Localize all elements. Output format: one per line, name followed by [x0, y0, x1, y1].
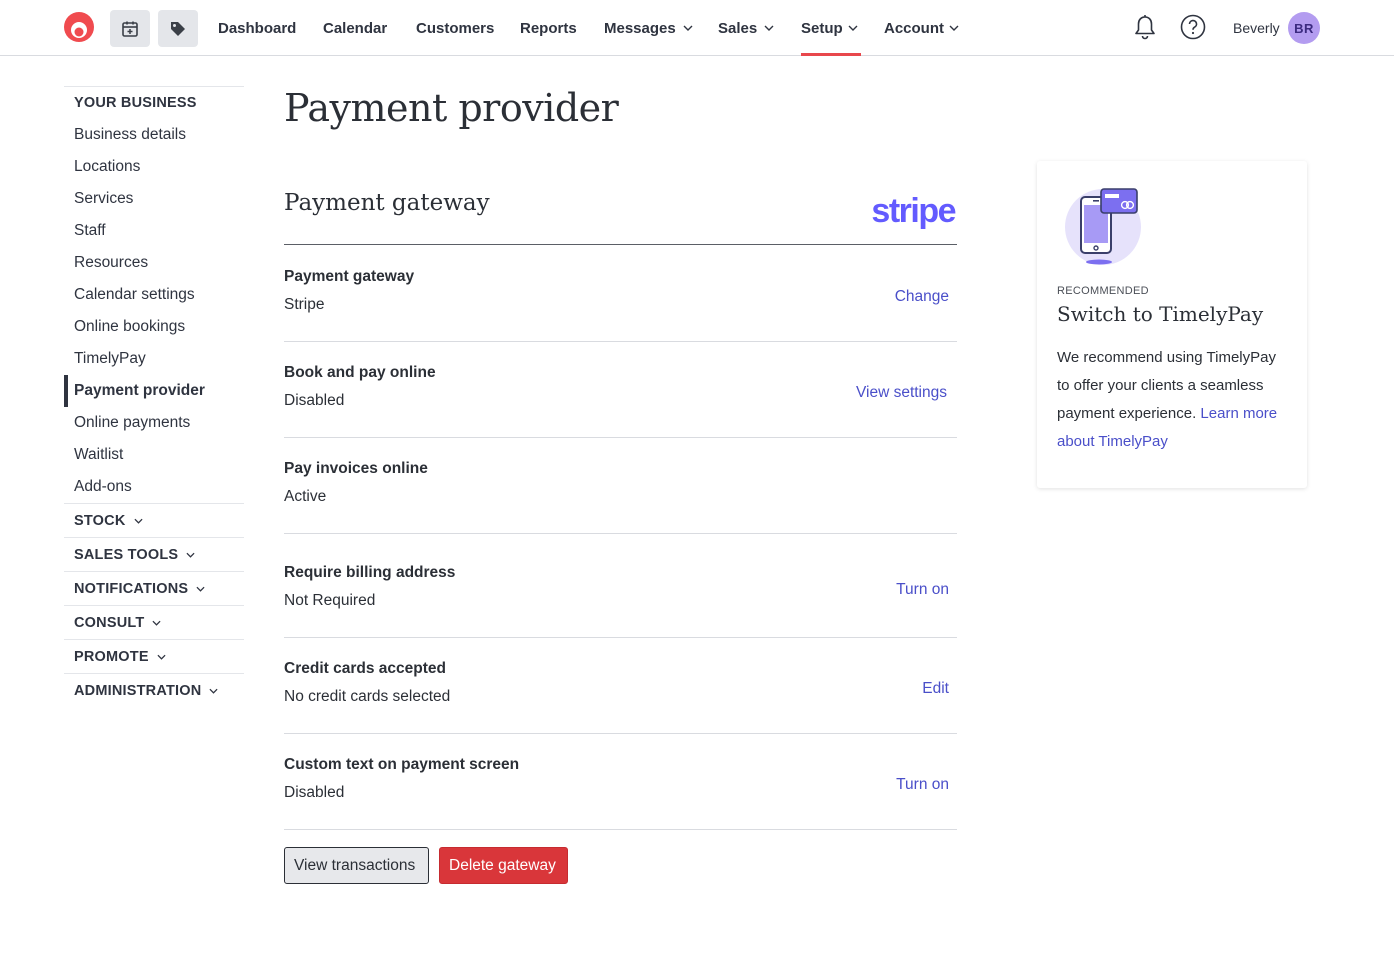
nav-account[interactable]: Account [884, 0, 959, 56]
stripe-logo: stripe [871, 192, 956, 230]
sidebar-group-label: ADMINISTRATION [74, 682, 202, 699]
chevron-down-icon [196, 586, 205, 592]
nav-setup[interactable]: Setup [801, 0, 861, 56]
settings-sidebar: YOUR BUSINESS Business details Locations… [64, 86, 244, 707]
card-body: We recommend using TimelyPay to offer yo… [1057, 344, 1292, 456]
nav-messages[interactable]: Messages [604, 0, 693, 56]
nav-label: Calendar [323, 19, 388, 37]
sidebar-group-label: YOUR BUSINESS [74, 95, 197, 111]
bell-icon [1135, 15, 1155, 40]
nav-label: Account [884, 19, 944, 37]
logo-icon[interactable] [63, 11, 95, 43]
row-value: Not Required [284, 592, 376, 609]
chevron-down-icon [133, 518, 143, 524]
chevron-down-icon [764, 25, 774, 31]
view-transactions-button[interactable]: View transactions [284, 847, 429, 884]
row-value: Stripe [284, 296, 325, 313]
sidebar-group-consult[interactable]: CONSULT [64, 605, 244, 639]
sidebar-item-services[interactable]: Services [64, 183, 244, 215]
top-navigation: Dashboard Calendar Customers Reports Mes… [0, 0, 1394, 56]
user-name[interactable]: Beverly [1233, 0, 1280, 56]
chevron-down-icon [949, 25, 959, 31]
sidebar-group-your-business[interactable]: YOUR BUSINESS [64, 86, 244, 119]
sidebar-item-business-details[interactable]: Business details [64, 119, 244, 151]
nav-calendar[interactable]: Calendar [323, 0, 387, 56]
recommended-tag: RECOMMENDED [1057, 285, 1149, 297]
setting-row-pay-invoices-online: Pay invoices online Active [284, 438, 957, 534]
nav-dashboard[interactable]: Dashboard [218, 0, 296, 56]
new-sale-button[interactable] [158, 10, 198, 47]
help-icon [1180, 14, 1206, 40]
row-label: Book and pay online [284, 364, 436, 381]
row-label: Pay invoices online [284, 460, 428, 477]
sidebar-group-label: SALES TOOLS [74, 546, 179, 563]
sidebar-item-locations[interactable]: Locations [64, 151, 244, 183]
nav-label: Sales [718, 19, 758, 37]
delete-gateway-button[interactable]: Delete gateway [439, 847, 568, 884]
timelypay-recommendation-card: RECOMMENDED Switch to TimelyPay We recom… [1037, 161, 1307, 488]
avatar[interactable]: BR [1288, 12, 1320, 44]
help-button[interactable] [1178, 12, 1208, 42]
chevron-down-icon [683, 25, 693, 31]
add-appointment-icon [122, 21, 138, 37]
add-appointment-button[interactable] [110, 10, 150, 47]
custom-text-turn-on-link[interactable]: Turn on [896, 776, 949, 794]
sidebar-item-staff[interactable]: Staff [64, 215, 244, 247]
row-label: Custom text on payment screen [284, 756, 520, 773]
nav-sales[interactable]: Sales [718, 0, 774, 56]
sidebar-item-resources[interactable]: Resources [64, 247, 244, 279]
sidebar-item-online-bookings[interactable]: Online bookings [64, 311, 244, 343]
sidebar-item-add-ons[interactable]: Add-ons [64, 471, 244, 503]
chevron-down-icon [186, 552, 195, 558]
sidebar-group-sales-tools[interactable]: SALES TOOLS [64, 537, 244, 571]
setting-row-book-and-pay-online: Book and pay online Disabled View settin… [284, 342, 957, 438]
nav-reports[interactable]: Reports [520, 0, 577, 56]
row-value: Disabled [284, 784, 345, 801]
change-gateway-link[interactable]: Change [895, 288, 949, 306]
nav-label: Dashboard [218, 19, 297, 37]
nav-label: Reports [520, 19, 577, 37]
sidebar-item-waitlist[interactable]: Waitlist [64, 439, 244, 471]
nav-customers[interactable]: Customers [416, 0, 494, 56]
sidebar-item-online-payments[interactable]: Online payments [64, 407, 244, 439]
payment-gateway-header: Payment gateway stripe [284, 186, 957, 245]
credit-cards-edit-link[interactable]: Edit [922, 680, 949, 698]
chevron-down-icon [157, 654, 166, 660]
sidebar-group-promote[interactable]: PROMOTE [64, 639, 244, 673]
setting-row-custom-text: Custom text on payment screen Disabled T… [284, 734, 957, 830]
chevron-down-icon [848, 25, 858, 31]
sidebar-item-timelypay[interactable]: TimelyPay [64, 343, 244, 375]
setting-row-require-billing-address: Require billing address Not Required Tur… [284, 534, 957, 638]
billing-address-turn-on-link[interactable]: Turn on [896, 581, 949, 599]
row-value: No credit cards selected [284, 688, 451, 705]
setting-row-payment-gateway: Payment gateway Stripe Change [284, 246, 957, 342]
sidebar-group-label: NOTIFICATIONS [74, 580, 189, 597]
nav-label: Messages [604, 19, 676, 37]
sidebar-group-label: CONSULT [74, 614, 145, 631]
chevron-down-icon [152, 620, 161, 626]
row-value: Active [284, 488, 327, 505]
sidebar-item-payment-provider[interactable]: Payment provider [64, 375, 244, 407]
page-title: Payment provider [284, 86, 619, 130]
sidebar-group-stock[interactable]: STOCK [64, 503, 244, 537]
setting-row-credit-cards-accepted: Credit cards accepted No credit cards se… [284, 638, 957, 734]
sale-tag-icon [171, 21, 185, 36]
row-label: Require billing address [284, 564, 456, 581]
sidebar-group-label: PROMOTE [74, 648, 149, 665]
view-settings-link[interactable]: View settings [856, 384, 947, 402]
sidebar-group-notifications[interactable]: NOTIFICATIONS [64, 571, 244, 605]
row-label: Payment gateway [284, 268, 415, 285]
chevron-down-icon [209, 688, 218, 694]
row-value: Disabled [284, 392, 345, 409]
sidebar-group-administration[interactable]: ADMINISTRATION [64, 673, 244, 707]
notifications-button[interactable] [1130, 12, 1160, 42]
mobile-payment-illustration-icon [1065, 188, 1141, 265]
section-title: Payment gateway [284, 190, 490, 216]
nav-label: Setup [801, 19, 843, 37]
sidebar-item-calendar-settings[interactable]: Calendar settings [64, 279, 244, 311]
nav-label: Customers [416, 19, 495, 37]
row-label: Credit cards accepted [284, 660, 446, 677]
card-title: Switch to TimelyPay [1057, 302, 1264, 326]
sidebar-group-label: STOCK [74, 512, 126, 529]
